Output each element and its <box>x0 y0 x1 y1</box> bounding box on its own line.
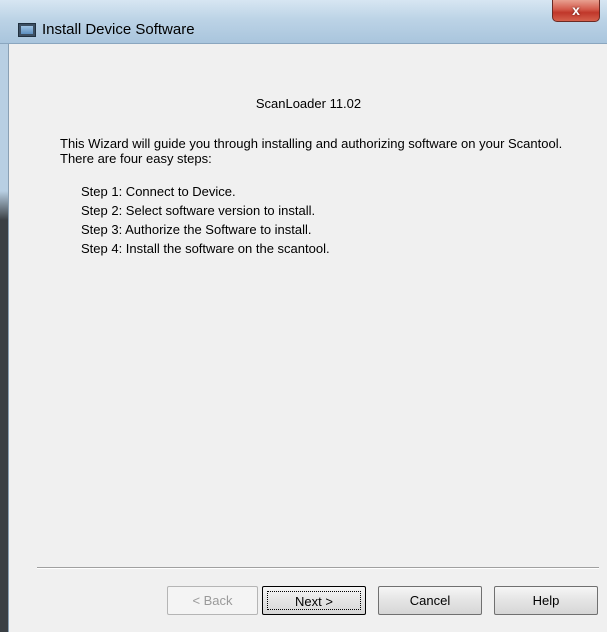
wizard-heading: ScanLoader 11.02 <box>255 96 362 111</box>
steps-list: Step 1: Connect to Device. Step 2: Selec… <box>81 182 330 258</box>
step-item: Step 3: Authorize the Software to instal… <box>81 222 312 237</box>
step-item: Step 1: Connect to Device. <box>81 184 236 199</box>
wizard-page: ScanLoader 11.02 This Wizard will guide … <box>8 44 607 632</box>
step-item: Step 4: Install the software on the scan… <box>81 241 330 256</box>
cancel-button[interactable]: Cancel <box>378 586 482 615</box>
close-button[interactable]: x <box>552 0 600 22</box>
window-left-edge <box>0 44 8 632</box>
window-title: Install Device Software <box>42 21 195 38</box>
help-button[interactable]: Help <box>494 586 598 615</box>
install-device-software-window: Install Device Software x ScanLoader 11.… <box>0 0 607 632</box>
back-button[interactable]: < Back <box>167 586 258 615</box>
wizard-intro-text: This Wizard will guide you through insta… <box>60 136 563 166</box>
close-icon: x <box>572 2 580 18</box>
step-item: Step 2: Select software version to insta… <box>81 203 316 218</box>
next-button-label: Next > <box>267 591 361 610</box>
button-separator <box>37 567 599 569</box>
title-bar[interactable]: Install Device Software x <box>0 0 607 44</box>
next-button[interactable]: Next > <box>262 586 366 615</box>
app-icon <box>18 23 36 37</box>
